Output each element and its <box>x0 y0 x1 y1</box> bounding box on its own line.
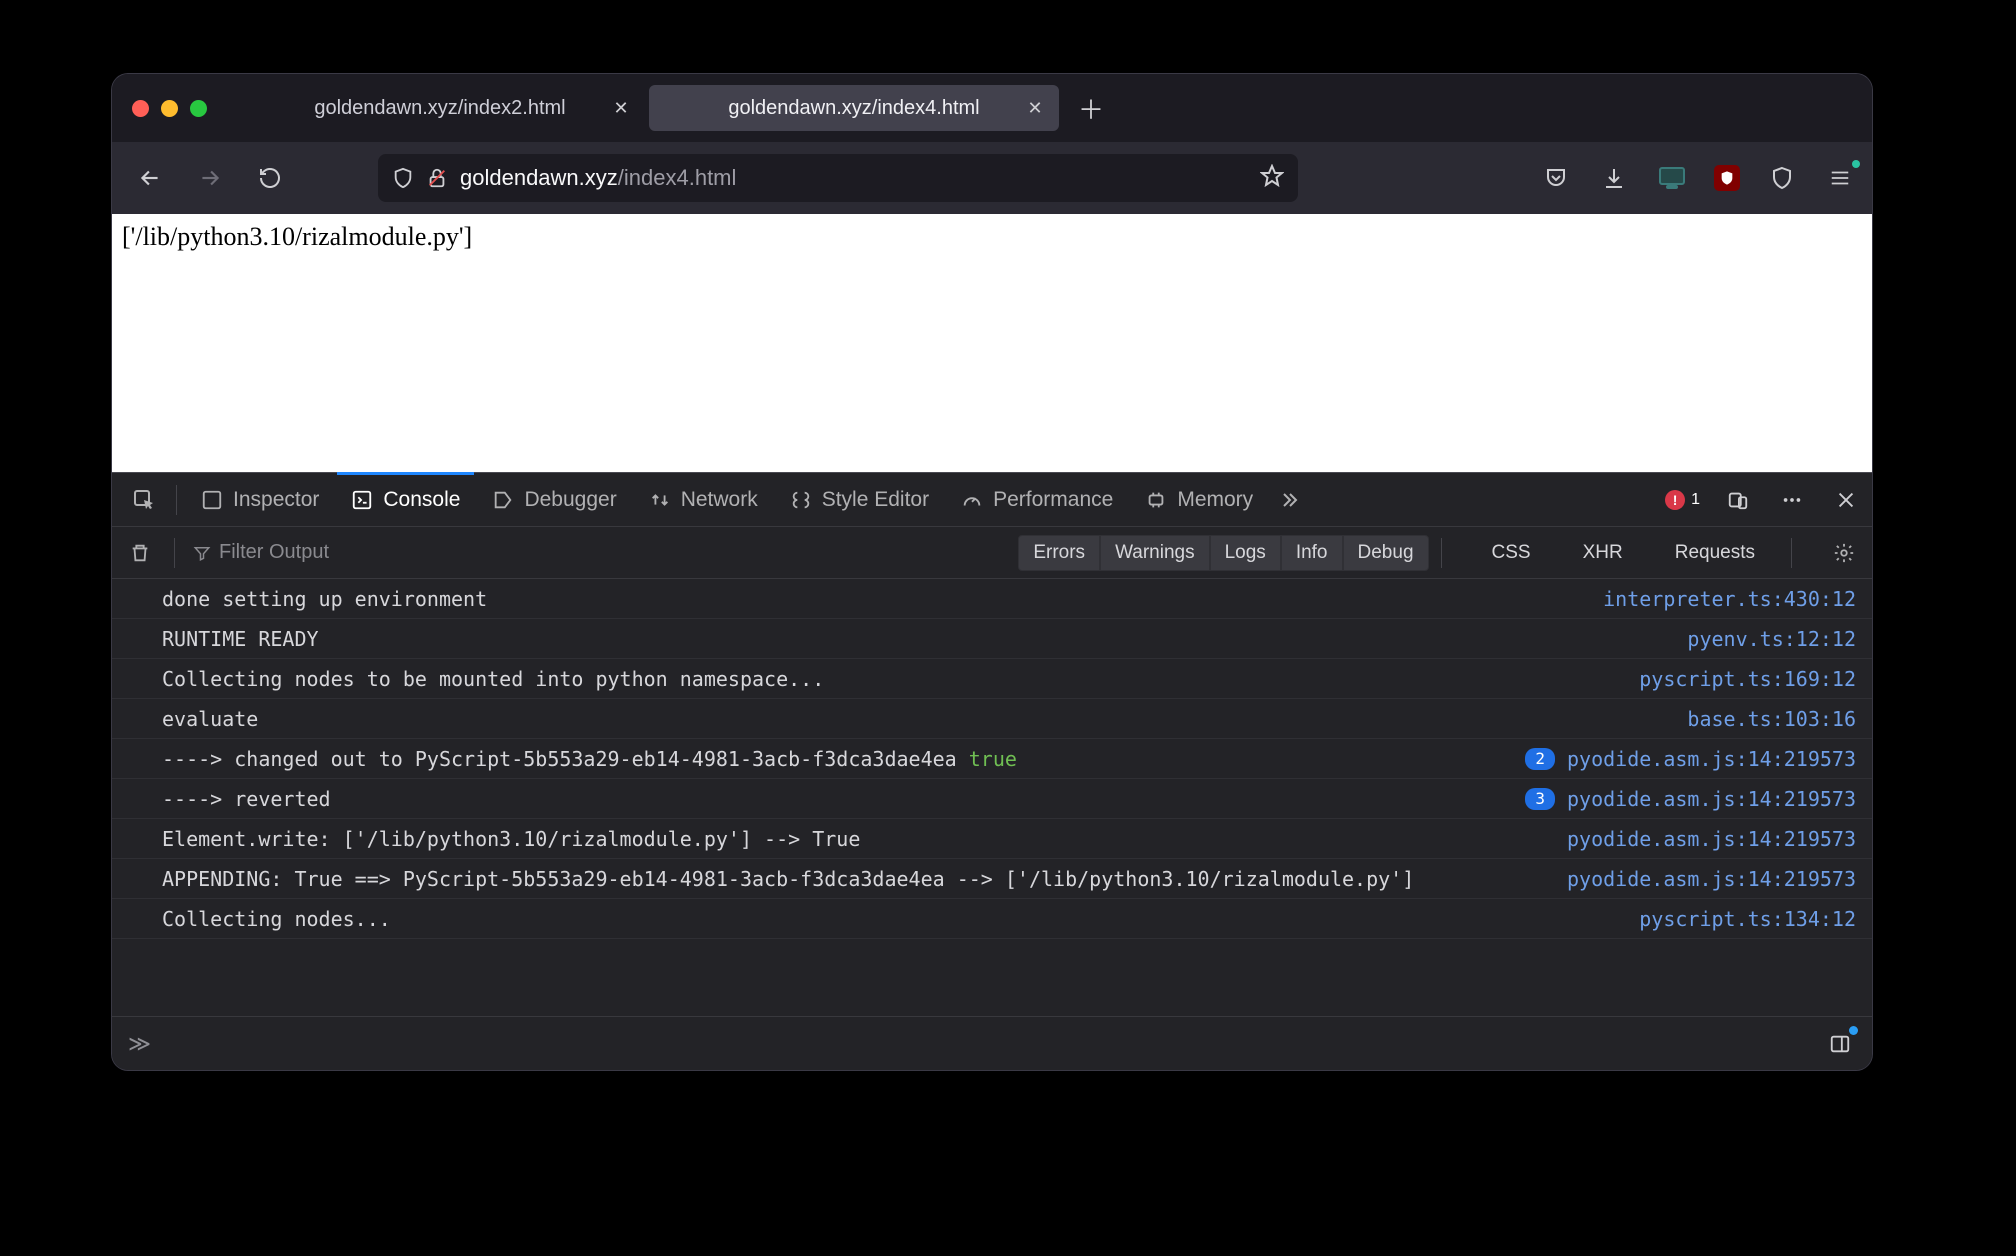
source-link[interactable]: pyodide.asm.js:14:219573 <box>1567 827 1856 851</box>
toggle-logs[interactable]: Logs <box>1210 535 1281 571</box>
console-message: Collecting nodes to be mounted into pyth… <box>162 667 1627 691</box>
console-message: evaluate <box>162 707 1675 731</box>
minimize-window-button[interactable] <box>161 100 178 117</box>
source-link[interactable]: pyscript.ts:134:12 <box>1639 907 1856 931</box>
close-window-button[interactable] <box>132 100 149 117</box>
tab-bar: goldendawn.xyz/index2.html ✕ goldendawn.… <box>112 74 1872 142</box>
console-output: done setting up environment interpreter.t… <box>112 579 1872 1016</box>
log-level-toggles: Errors Warnings Logs Info Debug CSS XHR … <box>1018 535 1769 571</box>
repeat-count-badge: 2 <box>1525 748 1555 770</box>
source-link[interactable]: pyodide.asm.js:14:219573 <box>1567 747 1856 771</box>
tabs-overflow-icon[interactable] <box>1271 473 1307 526</box>
close-tab-icon[interactable]: ✕ <box>1023 96 1047 120</box>
source-link[interactable]: base.ts:103:16 <box>1687 707 1856 731</box>
source-link[interactable]: interpreter.ts:430:12 <box>1603 587 1856 611</box>
tab-index2[interactable]: goldendawn.xyz/index2.html ✕ <box>235 85 645 131</box>
console-row[interactable]: APPENDING: True ==> PyScript-5b553a29-eb… <box>112 859 1872 899</box>
source-link[interactable]: pyodide.asm.js:14:219573 <box>1567 867 1856 891</box>
tab-console[interactable]: Console <box>337 473 474 526</box>
back-button[interactable] <box>128 156 172 200</box>
literal-true: true <box>969 747 1017 771</box>
sidepanel-toggle-icon[interactable] <box>1824 1028 1856 1060</box>
url-host: goldendawn.xyz <box>460 165 618 190</box>
toggle-xhr[interactable]: XHR <box>1569 536 1637 570</box>
close-devtools-icon[interactable] <box>1830 484 1862 516</box>
console-message: ----> changed out to PyScript-5b553a29-e… <box>162 747 1513 771</box>
ublock-icon[interactable] <box>1714 165 1740 191</box>
reload-button[interactable] <box>248 156 292 200</box>
filter-output[interactable] <box>193 541 479 564</box>
console-toolbar: Errors Warnings Logs Info Debug CSS XHR … <box>112 527 1872 579</box>
browser-window: goldendawn.xyz/index2.html ✕ goldendawn.… <box>112 74 1872 1070</box>
console-message: ----> reverted <box>162 787 1513 811</box>
devtools-tabs: Inspector Console Debugger Network Style… <box>112 473 1872 527</box>
console-settings-icon[interactable] <box>1828 537 1860 569</box>
url-bar[interactable]: goldendawn.xyz/index4.html <box>378 154 1298 202</box>
console-row[interactable]: done setting up environment interpreter.t… <box>112 579 1872 619</box>
source-link[interactable]: pyenv.ts:12:12 <box>1687 627 1856 651</box>
tab-debugger[interactable]: Debugger <box>478 473 630 526</box>
url-text: goldendawn.xyz/index4.html <box>460 165 736 191</box>
zoom-window-button[interactable] <box>190 100 207 117</box>
console-message: RUNTIME READY <box>162 627 1675 651</box>
console-message: Element.write: ['/lib/python3.10/rizalmo… <box>162 827 1555 851</box>
repeat-count-badge: 3 <box>1525 788 1555 810</box>
console-row[interactable]: evaluate base.ts:103:16 <box>112 699 1872 739</box>
filter-input[interactable] <box>219 541 479 564</box>
toggle-css[interactable]: CSS <box>1478 536 1545 570</box>
source-link[interactable]: pyscript.ts:169:12 <box>1639 667 1856 691</box>
window-controls <box>132 100 207 117</box>
tab-title: goldendawn.xyz/index2.html <box>314 97 565 120</box>
bookmark-star-icon[interactable] <box>1260 164 1284 193</box>
toggle-requests[interactable]: Requests <box>1661 536 1769 570</box>
page-output-text: ['/lib/python3.10/rizalmodule.py'] <box>122 222 472 251</box>
console-row[interactable]: ----> reverted 3 pyodide.asm.js:14:219573 <box>112 779 1872 819</box>
element-picker-icon[interactable] <box>122 488 166 512</box>
responsive-mode-icon[interactable] <box>1722 484 1754 516</box>
error-count-badge[interactable]: ! 1 <box>1665 490 1700 510</box>
devtools-panel: Inspector Console Debugger Network Style… <box>112 472 1872 1070</box>
tab-title: goldendawn.xyz/index4.html <box>728 97 979 120</box>
privacy-shield-icon[interactable] <box>1766 162 1798 194</box>
tab-inspector[interactable]: Inspector <box>187 473 333 526</box>
page-content: ['/lib/python3.10/rizalmodule.py'] <box>112 214 1872 472</box>
tab-memory[interactable]: Memory <box>1131 473 1267 526</box>
tab-performance[interactable]: Performance <box>947 473 1127 526</box>
toggle-warnings[interactable]: Warnings <box>1100 535 1210 571</box>
console-row[interactable]: RUNTIME READY pyenv.ts:12:12 <box>112 619 1872 659</box>
error-count: 1 <box>1691 491 1700 509</box>
toggle-debug[interactable]: Debug <box>1343 535 1429 571</box>
nav-bar: goldendawn.xyz/index4.html <box>112 142 1872 214</box>
insecure-lock-icon[interactable] <box>426 167 448 189</box>
clear-console-icon[interactable] <box>124 537 156 569</box>
console-message: APPENDING: True ==> PyScript-5b553a29-eb… <box>162 867 1555 891</box>
pocket-icon[interactable] <box>1540 162 1572 194</box>
console-message: Collecting nodes... <box>162 907 1627 931</box>
kebab-menu-icon[interactable] <box>1776 484 1808 516</box>
toolbar-right <box>1540 162 1856 194</box>
error-icon: ! <box>1665 490 1685 510</box>
prompt-chevron-icon: ≫ <box>128 1031 151 1057</box>
toggle-errors[interactable]: Errors <box>1018 535 1100 571</box>
console-message: done setting up environment <box>162 587 1591 611</box>
console-row[interactable]: ----> changed out to PyScript-5b553a29-e… <box>112 739 1872 779</box>
toggle-info[interactable]: Info <box>1281 535 1343 571</box>
new-tab-button[interactable]: ＋ <box>1071 88 1111 128</box>
screen-icon[interactable] <box>1656 162 1688 194</box>
console-row[interactable]: Collecting nodes to be mounted into pyth… <box>112 659 1872 699</box>
tab-network[interactable]: Network <box>635 473 772 526</box>
console-prompt[interactable]: ≫ <box>112 1016 1872 1070</box>
downloads-icon[interactable] <box>1598 162 1630 194</box>
console-row[interactable]: Element.write: ['/lib/python3.10/rizalmo… <box>112 819 1872 859</box>
tab-index4[interactable]: goldendawn.xyz/index4.html ✕ <box>649 85 1059 131</box>
tabs: goldendawn.xyz/index2.html ✕ goldendawn.… <box>233 74 1111 142</box>
tab-style-editor[interactable]: Style Editor <box>776 473 943 526</box>
console-row[interactable]: Collecting nodes... pyscript.ts:134:12 <box>112 899 1872 939</box>
url-path: /index4.html <box>618 165 737 190</box>
source-link[interactable]: pyodide.asm.js:14:219573 <box>1567 787 1856 811</box>
close-tab-icon[interactable]: ✕ <box>609 96 633 120</box>
shield-icon[interactable] <box>392 167 414 189</box>
menu-button[interactable] <box>1824 162 1856 194</box>
forward-button[interactable] <box>188 156 232 200</box>
